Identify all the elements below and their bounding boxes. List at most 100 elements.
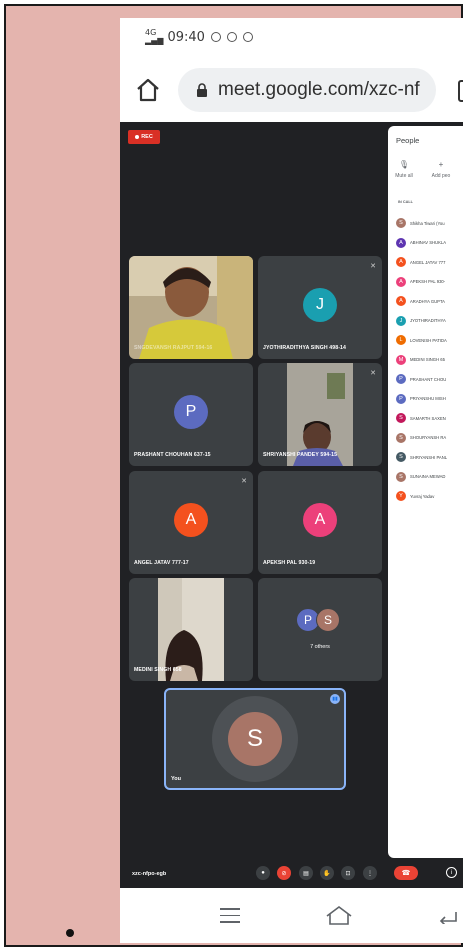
participant-name: SUNAINA MEWAD [410, 474, 446, 479]
participant-row[interactable]: S SHOURYANSH RA [396, 432, 463, 443]
participant-row[interactable]: M MEDINI SINGH 65 [396, 354, 463, 365]
participant-name: SHOURYANSH RA [410, 435, 447, 440]
browser-toolbar: meet.google.com/xzc-nf [120, 64, 463, 118]
participant-row[interactable]: S Shikha Tiwari (You [396, 218, 463, 228]
mic-button[interactable]: ● [256, 866, 270, 880]
recording-dot [135, 135, 140, 139]
bullet-point [66, 929, 74, 937]
participant-row[interactable]: L LOVENISH PATIDA [396, 335, 463, 345]
people-panel: People 🎙︎ Mute all + Add peo IN CALL S Shik… [388, 126, 463, 858]
participant-name: APEKSH PAL 930-19 [263, 560, 316, 566]
camera-off-button[interactable]: ⊘ [277, 866, 291, 880]
participant-row[interactable]: P PRIYANSHU MISH [396, 393, 463, 404]
participant-avatar: Y [396, 491, 406, 501]
participant-tile[interactable]: MEDINI SINGH 658 [129, 578, 253, 681]
info-icon[interactable]: i [446, 867, 457, 878]
participant-name: Yuvraj Yadav [410, 493, 435, 499]
participant-avatar: P [396, 393, 406, 404]
mic-off-icon: ✕ [370, 263, 376, 270]
participant-avatar: A [396, 237, 406, 248]
recording-label: REC [141, 134, 153, 140]
participant-name: MEDINI SINGH 65 [410, 357, 445, 362]
others-tile[interactable]: P S 7 others [258, 578, 382, 681]
participant-row[interactable]: A ABHINAV SHUKLA [396, 237, 463, 248]
raise-hand-button[interactable]: ✋ [320, 866, 334, 880]
participant-tile[interactable]: ✕ SHRIYANSHI PANDEY 594-15 [258, 363, 382, 466]
people-panel-title: People [396, 136, 420, 145]
recent-apps-icon[interactable] [220, 908, 240, 928]
participant-row[interactable]: J JYOTHIRADITHYA [396, 315, 463, 326]
chrome-icon [226, 32, 237, 42]
participant-row[interactable]: S SHRIYANSHI PANL [396, 452, 463, 462]
call-controls: xzc-nfpo-egb ● ⊘ ▤ ✋ ⊡ ⋮ ☎ i [120, 858, 463, 888]
participant-row[interactable]: P PRASHANT CHOU [396, 374, 463, 384]
participant-name: JYOTHIRADITHYA [410, 318, 446, 323]
others-count: 7 others [310, 644, 330, 650]
url-text: meet.google.com/xzc-nf [218, 79, 420, 100]
participant-row[interactable]: Y Yuvraj Yadav [396, 491, 463, 501]
participant-avatar: S [396, 471, 406, 482]
self-view-tile[interactable]: ▮▮ S You [164, 688, 346, 790]
mic-off-icon: ✕ [370, 370, 376, 377]
add-person-icon: + [438, 160, 444, 169]
participant-row[interactable]: A ARADHYA GUPTA [396, 296, 463, 306]
participant-name: SAMARTH SAXEN [410, 415, 446, 421]
clock: 09:40 [167, 29, 205, 45]
participant-avatar: A [396, 257, 406, 267]
participant-avatar: J [396, 315, 406, 326]
nav-home-icon[interactable] [325, 904, 353, 926]
others-avatars: P S [296, 608, 340, 632]
participant-tile[interactable]: SNGDEVANSH RAJPUT 594-16 [129, 256, 253, 359]
back-icon[interactable] [438, 908, 458, 924]
participant-name: PRIYANSHU MISH [410, 396, 446, 401]
mute-all-button[interactable]: 🎙︎ Mute all [389, 160, 419, 179]
end-call-button[interactable]: ☎ [394, 866, 418, 880]
participant-avatar: S [396, 452, 406, 462]
participant-name: SNGDEVANSH RAJPUT 594-16 [134, 345, 213, 351]
self-avatar: S [228, 712, 282, 766]
participant-avatar: P [174, 395, 208, 429]
home-icon[interactable] [134, 76, 162, 104]
whatsapp-icon [210, 32, 221, 42]
participant-name: ABHINAV SHUKLA [410, 240, 446, 245]
participant-video [129, 256, 253, 359]
participant-name: Shikha Tiwari (You [410, 220, 445, 226]
tab-switcher-icon[interactable] [458, 80, 463, 102]
participant-name: SHRIYANSHI PANDEY 594-15 [263, 452, 338, 458]
mic-off-icon: ✕ [241, 478, 247, 485]
signal-icon: ▂▄▆ [145, 36, 164, 45]
participant-tile[interactable]: A APEKSH PAL 930-19 [258, 471, 382, 574]
section-label: IN CALL [398, 200, 413, 204]
participant-name: SHRIYANSHI PANL [410, 454, 448, 460]
captions-button[interactable]: ▤ [299, 866, 313, 880]
participant-video [287, 363, 353, 466]
participant-name: ANGEL JATAV 777 [410, 259, 446, 265]
participant-name: PRASHANT CHOU [410, 376, 447, 382]
more-options-button[interactable]: ⋮ [363, 866, 377, 880]
mute-all-label: Mute all [395, 173, 413, 179]
add-people-button[interactable]: + Add peo [426, 160, 456, 179]
participant-row[interactable]: A APEKSH PAL 930- [396, 276, 463, 287]
network-indicator: 4G ▂▄▆ [145, 29, 163, 45]
participant-name: MEDINI SINGH 658 [134, 667, 182, 673]
participant-tile[interactable]: ✕ A ANGEL JATAV 777-17 [129, 471, 253, 574]
participant-avatar: A [396, 296, 406, 306]
participant-avatar: L [396, 335, 406, 345]
participant-avatar: A [396, 276, 406, 287]
add-people-label: Add peo [431, 173, 451, 179]
participant-tile[interactable]: ✕ J JYOTHIRADITHYA SINGH 498-14 [258, 256, 382, 359]
address-bar[interactable]: meet.google.com/xzc-nf [178, 68, 436, 112]
participant-avatar: A [303, 503, 337, 537]
participant-avatar: S [396, 432, 406, 443]
chrome-icon-2 [242, 32, 253, 42]
self-label: You [171, 776, 181, 782]
participant-tile[interactable]: P PRASHANT CHOUHAN 637-15 [129, 363, 253, 466]
participant-avatar: P [396, 374, 406, 384]
participant-row[interactable]: S SUNAINA MEWAD [396, 471, 463, 482]
participant-avatar: S [396, 413, 406, 423]
participant-row[interactable]: A ANGEL JATAV 777 [396, 257, 463, 267]
recording-badge: REC [128, 130, 160, 144]
present-button[interactable]: ⊡ [341, 866, 355, 880]
participant-avatar: S [316, 608, 340, 632]
participant-row[interactable]: S SAMARTH SAXEN [396, 413, 463, 423]
